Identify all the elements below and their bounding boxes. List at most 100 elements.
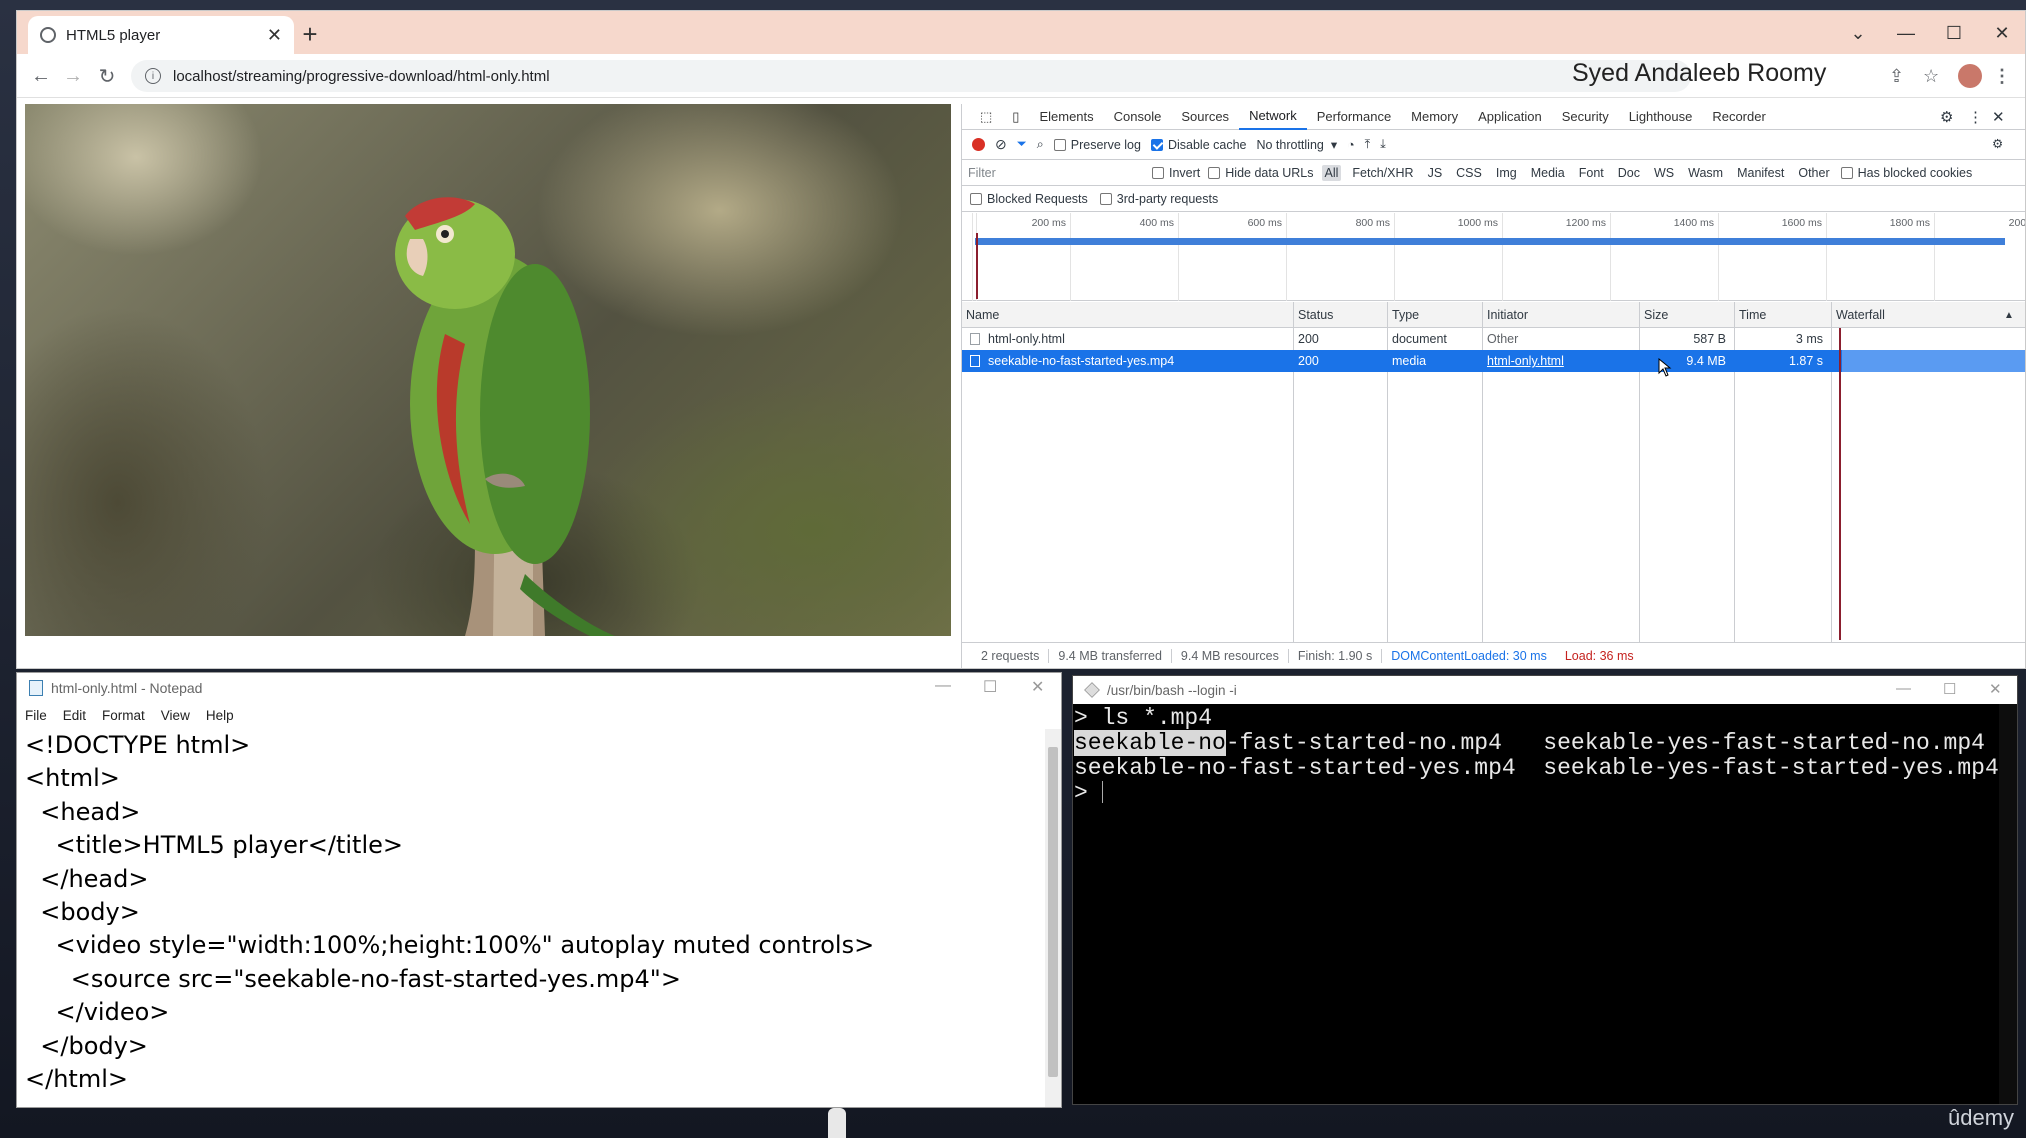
throttling-select[interactable]: No throttling ▾ [1256, 137, 1337, 152]
browser-tab[interactable]: HTML5 player ✕ [28, 16, 294, 54]
notepad-text-area[interactable]: <!DOCTYPE html> <html> <head> <title>HTML… [25, 729, 1025, 1104]
col-waterfall[interactable]: Waterfall [1836, 308, 1885, 322]
minimize-button[interactable]: — [1896, 680, 1911, 697]
tab-application[interactable]: Application [1468, 104, 1552, 130]
type-filter-font[interactable]: Font [1576, 165, 1607, 181]
tab-sources[interactable]: Sources [1171, 104, 1239, 130]
tab-network[interactable]: Network [1239, 104, 1307, 130]
col-status[interactable]: Status [1298, 308, 1333, 322]
share-icon[interactable]: ⇪ [1889, 66, 1904, 87]
type-filter-css[interactable]: CSS [1453, 165, 1485, 181]
tab-title: HTML5 player [66, 26, 161, 44]
invert-checkbox[interactable]: Invert [1152, 166, 1200, 180]
request-name: html-only.html [988, 332, 1065, 346]
type-filter-all[interactable]: All [1321, 164, 1342, 181]
forward-button[interactable]: → [59, 62, 87, 90]
menu-help[interactable]: Help [206, 708, 234, 723]
browser-window: HTML5 player ✕ + ⌄ — ☐ ✕ ← → ↻ i localho… [16, 10, 2026, 669]
filter-input[interactable]: Filter [968, 166, 1144, 180]
record-icon[interactable] [972, 138, 985, 151]
menu-format[interactable]: Format [102, 708, 145, 723]
close-tab-icon[interactable]: ✕ [267, 25, 282, 46]
taskbar-item [828, 1108, 846, 1138]
type-filter-media[interactable]: Media [1528, 165, 1568, 181]
parrot-video-frame [395, 197, 615, 636]
menu-view[interactable]: View [161, 708, 190, 723]
table-row[interactable]: html-only.html 200 document Other 587 B … [962, 328, 2025, 350]
menu-edit[interactable]: Edit [63, 708, 86, 723]
network-overview-timeline[interactable]: 200 ms 400 ms 600 ms 800 ms 1000 ms 1200… [962, 213, 2025, 301]
site-info-icon[interactable]: i [145, 68, 161, 84]
new-tab-button[interactable]: + [295, 19, 325, 49]
network-conditions-icon[interactable]: ◔ [1347, 138, 1355, 152]
third-party-checkbox[interactable]: 3rd-party requests [1099, 191, 1219, 206]
disable-cache-checkbox[interactable]: Disable cache [1150, 138, 1246, 152]
tab-search-chevron-icon[interactable]: ⌄ [1835, 17, 1881, 49]
notepad-title: html-only.html - Notepad [51, 680, 203, 696]
clear-icon[interactable]: ⊘ [995, 136, 1007, 153]
maximize-button[interactable]: ☐ [1943, 680, 1956, 698]
blocked-requests-label: Blocked Requests [987, 191, 1088, 206]
address-bar[interactable]: i localhost/streaming/progressive-downlo… [131, 60, 1691, 92]
tab-recorder[interactable]: Recorder [1702, 104, 1775, 130]
close-window-button[interactable]: ✕ [1989, 680, 2002, 698]
preserve-log-checkbox[interactable]: Preserve log [1053, 138, 1141, 152]
inspect-element-icon[interactable]: ⬚ [970, 104, 1002, 130]
col-type[interactable]: Type [1392, 308, 1419, 322]
tab-lighthouse[interactable]: Lighthouse [1619, 104, 1703, 130]
scrollbar-thumb[interactable] [1048, 747, 1058, 1077]
menu-kebab-icon[interactable]: ⋮ [1993, 66, 2011, 87]
import-har-icon[interactable]: ⤒ [1365, 137, 1371, 152]
type-filter-doc[interactable]: Doc [1615, 165, 1643, 181]
terminal-scrollbar[interactable] [1999, 704, 2017, 1104]
col-size[interactable]: Size [1644, 308, 1668, 322]
search-icon[interactable]: ⌕ [1037, 137, 1044, 152]
export-har-icon[interactable]: ⤓ [1380, 137, 1386, 152]
type-filter-js[interactable]: JS [1425, 165, 1446, 181]
back-button[interactable]: ← [27, 62, 55, 90]
col-time[interactable]: Time [1739, 308, 1766, 322]
network-toolbar: ⊘ ⏷ ⌕ Preserve log Disable cache No thro… [962, 130, 2025, 160]
device-toggle-icon[interactable]: ▯ [1002, 104, 1029, 130]
profile-avatar[interactable] [1958, 64, 1982, 88]
col-name[interactable]: Name [966, 308, 999, 322]
type-filter-manifest[interactable]: Manifest [1734, 165, 1787, 181]
network-settings-icon[interactable]: ⚙ [1992, 136, 2003, 151]
terminal-output[interactable]: > ls *.mp4 seekable-no-fast-started-no.mp… [1074, 706, 2014, 806]
more-options-icon[interactable]: ⋮ [1968, 108, 1983, 126]
reload-button[interactable]: ↻ [93, 62, 121, 90]
overview-tick: 1600 ms [1718, 213, 1826, 301]
tab-performance[interactable]: Performance [1307, 104, 1401, 130]
video-player[interactable] [25, 104, 951, 636]
type-filter-wasm[interactable]: Wasm [1685, 165, 1726, 181]
settings-gear-icon[interactable]: ⚙ [1940, 108, 1953, 126]
menu-file[interactable]: File [25, 708, 47, 723]
close-window-button[interactable]: ✕ [1031, 677, 1044, 697]
type-filter-fetch[interactable]: Fetch/XHR [1349, 165, 1416, 181]
tab-elements[interactable]: Elements [1029, 104, 1103, 130]
minimize-button[interactable]: — [935, 677, 951, 695]
type-filter-other[interactable]: Other [1795, 165, 1832, 181]
minimize-button[interactable]: — [1883, 17, 1929, 49]
maximize-button[interactable]: ☐ [983, 677, 997, 697]
request-time: 3 ms [1795, 332, 1823, 346]
filter-funnel-icon[interactable]: ⏷ [1017, 137, 1027, 152]
bookmark-star-icon[interactable]: ☆ [1923, 66, 1939, 87]
type-filter-ws[interactable]: WS [1651, 165, 1677, 181]
tab-console[interactable]: Console [1104, 104, 1172, 130]
initiator-link[interactable]: html-only.html [1487, 354, 1564, 368]
col-initiator[interactable]: Initiator [1487, 308, 1528, 322]
has-blocked-cookies-checkbox[interactable]: Has blocked cookies [1840, 166, 1972, 180]
hide-data-urls-checkbox[interactable]: Hide data URLs [1208, 166, 1314, 180]
close-devtools-icon[interactable]: ✕ [1992, 108, 2005, 126]
maximize-button[interactable]: ☐ [1931, 17, 1977, 49]
terminal-title: /usr/bin/bash --login -i [1107, 682, 1237, 698]
tab-security[interactable]: Security [1552, 104, 1619, 130]
type-filter-img[interactable]: Img [1493, 165, 1520, 181]
tab-memory[interactable]: Memory [1401, 104, 1468, 130]
request-initiator: Other [1487, 332, 1519, 346]
third-party-label: 3rd-party requests [1116, 191, 1219, 206]
blocked-requests-checkbox[interactable]: Blocked Requests [970, 192, 1088, 206]
close-window-button[interactable]: ✕ [1979, 17, 2025, 49]
sort-up-icon[interactable]: ▲ [2004, 310, 2014, 321]
